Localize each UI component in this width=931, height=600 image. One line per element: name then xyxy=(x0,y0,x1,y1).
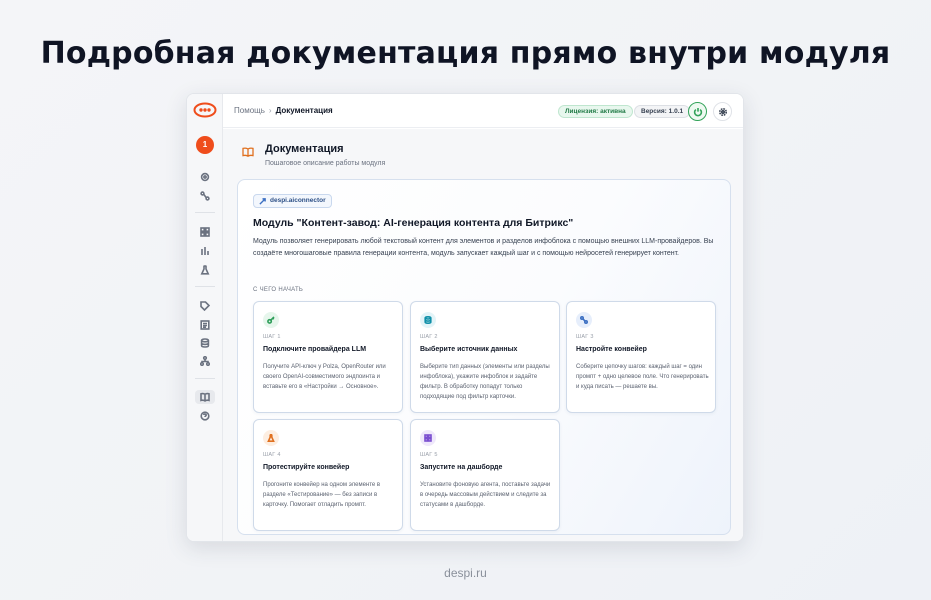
main-content: Документация Пошаговое описание работы м… xyxy=(223,129,743,541)
breadcrumb: Помощь › Документация xyxy=(234,106,333,115)
chevron-right-icon: › xyxy=(268,106,272,115)
step-description: Прогоните конвейер на одном элементе в р… xyxy=(263,482,381,508)
breadcrumb-help[interactable]: Помощь xyxy=(234,106,265,115)
flask-icon xyxy=(263,430,279,446)
sidebar-divider xyxy=(195,286,215,287)
bars-icon[interactable] xyxy=(198,244,212,258)
link-icon xyxy=(259,198,266,205)
network-icon[interactable] xyxy=(198,354,212,368)
gear-icon[interactable] xyxy=(198,170,212,184)
topbar: Помощь › Документация Лицензия: активна Ве… xyxy=(223,94,743,128)
step-card[interactable]: ШАГ 5 Запустите на дашборде Установите ф… xyxy=(410,419,560,531)
sidebar-divider xyxy=(195,378,215,379)
step-card[interactable]: ШАГ 1 Подключите провайдера LLM Получите… xyxy=(253,301,403,413)
list-icon[interactable] xyxy=(198,318,212,332)
tag-icon[interactable] xyxy=(198,299,212,313)
step-title: Подключите провайдера LLM xyxy=(263,346,367,353)
grid-icon[interactable] xyxy=(198,225,212,239)
step-card[interactable]: ШАГ 4 Протестируйте конвейер Прогоните к… xyxy=(253,419,403,531)
app-window: 1 Помощь › Документация Лицензия: активн… xyxy=(186,93,744,542)
sidebar-divider xyxy=(195,212,215,213)
license-status-badge: Лицензия: активна xyxy=(558,105,633,118)
headline: Подробная документация прямо внутри моду… xyxy=(40,36,891,71)
database-icon[interactable] xyxy=(198,336,212,350)
book-open-icon xyxy=(242,147,254,157)
breadcrumb-current: Документация xyxy=(275,106,333,115)
step-title: Выберите источник данных xyxy=(420,346,518,353)
database-icon xyxy=(420,312,436,328)
step-number: ШАГ 3 xyxy=(576,334,594,340)
step-title: Настройте конвейер xyxy=(576,346,647,353)
power-button[interactable] xyxy=(688,102,707,121)
step-number: ШАГ 5 xyxy=(420,452,438,458)
key-icon xyxy=(263,312,279,328)
grid-icon xyxy=(420,430,436,446)
step-number: ШАГ 4 xyxy=(263,452,281,458)
route-icon xyxy=(576,312,592,328)
flask-icon[interactable] xyxy=(198,263,212,277)
book-icon[interactable] xyxy=(198,390,212,404)
step-description: Получите API-ключ у Polza, OpenRouter ил… xyxy=(263,364,386,390)
step-description: Установите фоновую агента, поставьте зад… xyxy=(420,482,551,508)
module-title: Модуль "Контент-завод: AI-генерация конт… xyxy=(253,217,574,229)
avatar[interactable]: 1 xyxy=(196,136,214,154)
sidebar: 1 xyxy=(187,94,223,541)
gear-icon xyxy=(718,107,727,116)
version-badge: Версия: 1.0.1 xyxy=(634,105,691,118)
step-card[interactable]: ШАГ 3 Настройте конвейер Соберите цепочк… xyxy=(566,301,716,413)
module-description: Модуль позволяет генерировать любой текс… xyxy=(253,238,714,257)
despi-logo[interactable] xyxy=(193,102,217,118)
footer-domain: despi.ru xyxy=(444,566,487,580)
settings-button[interactable] xyxy=(713,102,732,121)
step-card[interactable]: ШАГ 2 Выберите источник данных Выберите … xyxy=(410,301,560,413)
module-id-chip: despi.aiconnector xyxy=(253,194,332,208)
page-subtitle: Пошаговое описание работы модуля xyxy=(265,160,386,167)
step-description: Выберите тип данных (элементы или раздел… xyxy=(420,364,550,400)
section-label: С ЧЕГО НАЧАТЬ xyxy=(253,287,304,293)
step-title: Запустите на дашборде xyxy=(420,464,503,471)
module-id-label: despi.aiconnector xyxy=(270,197,326,204)
help-icon[interactable] xyxy=(198,409,212,423)
step-number: ШАГ 2 xyxy=(420,334,438,340)
documentation-panel: despi.aiconnector Модуль "Контент-завод:… xyxy=(237,179,731,535)
step-description: Соберите цепочку шагов: каждый шаг = оди… xyxy=(576,364,709,390)
route-icon[interactable] xyxy=(198,189,212,203)
power-icon xyxy=(693,107,702,116)
step-title: Протестируйте конвейер xyxy=(263,464,350,471)
page-title: Документация xyxy=(265,143,344,155)
step-number: ШАГ 1 xyxy=(263,334,281,340)
